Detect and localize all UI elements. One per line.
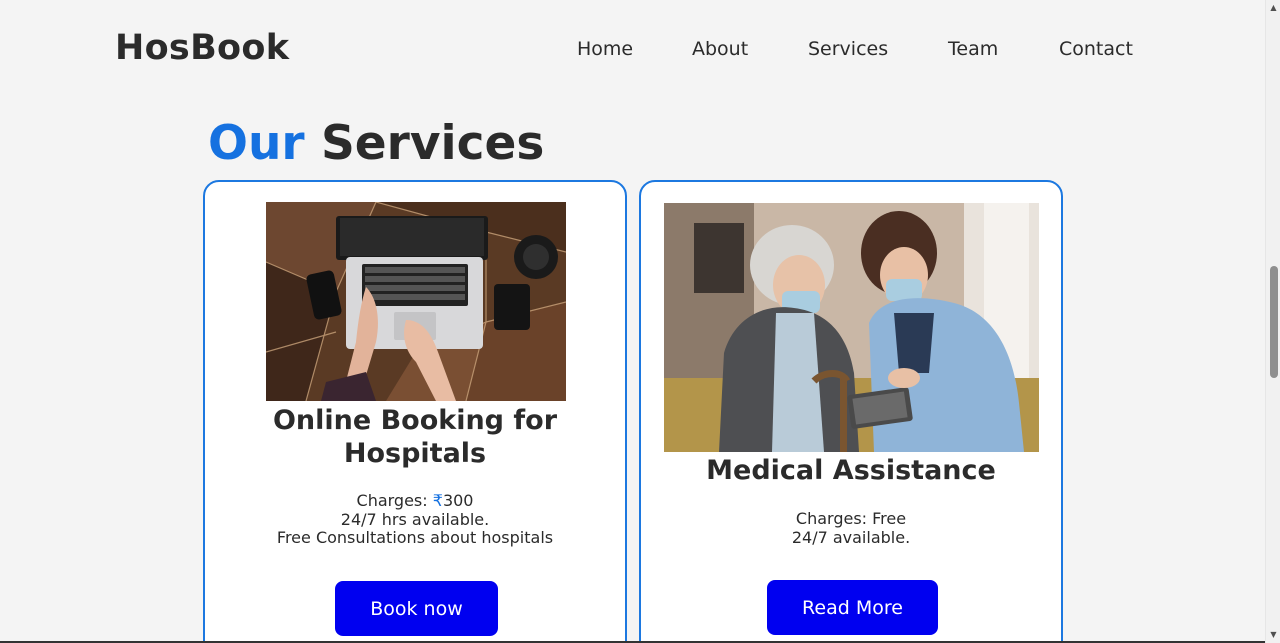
nav-team[interactable]: Team [948, 38, 998, 60]
book-now-button[interactable]: Book now [335, 581, 498, 636]
card-info: Charges: Free 24/7 available. [641, 509, 1061, 547]
chevron-up-icon[interactable]: ▲ [1266, 1, 1280, 15]
card-title: Online Booking for Hospitals [272, 405, 558, 469]
charges-label: Charges: [795, 509, 873, 528]
charges-value: Free [872, 509, 907, 528]
nav-home[interactable]: Home [577, 38, 633, 60]
service-card-online-booking: Online Booking for Hospitals Charges: ₹3… [203, 180, 627, 643]
nav-contact[interactable]: Contact [1059, 38, 1133, 60]
section-title: Our Services [208, 116, 544, 171]
page: HosBook Home About Services Team Contact… [0, 0, 1280, 643]
section-title-rest: Services [304, 116, 545, 171]
charges-line: Charges: ₹300 [205, 491, 625, 511]
main-nav: Home About Services Team Contact [0, 38, 1280, 64]
chevron-down-icon[interactable]: ▼ [1266, 628, 1280, 642]
charges-value: 300 [442, 491, 474, 510]
scrollbar-thumb[interactable] [1270, 266, 1278, 378]
service-card-medical-assistance: Medical Assistance Charges: Free 24/7 av… [639, 180, 1063, 643]
rupee-symbol: ₹ [432, 491, 443, 510]
vertical-scrollbar[interactable]: ▲ ▼ [1265, 0, 1280, 643]
nurse-patient-photo [664, 203, 1039, 452]
availability-line: 24/7 hrs available. [340, 509, 490, 529]
charges-label: Charges: [356, 491, 433, 510]
charges-line: Charges: Free [641, 509, 1061, 529]
consultation-line: Free Consultations about hospitals [276, 528, 554, 547]
card-title: Medical Assistance [706, 455, 996, 486]
laptop-photo [266, 202, 566, 401]
nav-services[interactable]: Services [808, 38, 888, 60]
card-info: Charges: ₹300 24/7 hrs available. Free C… [205, 491, 625, 548]
section-title-accent: Our [208, 116, 305, 171]
availability-line: 24/7 available. [791, 527, 911, 547]
nav-about[interactable]: About [692, 38, 748, 60]
read-more-button[interactable]: Read More [767, 580, 938, 635]
